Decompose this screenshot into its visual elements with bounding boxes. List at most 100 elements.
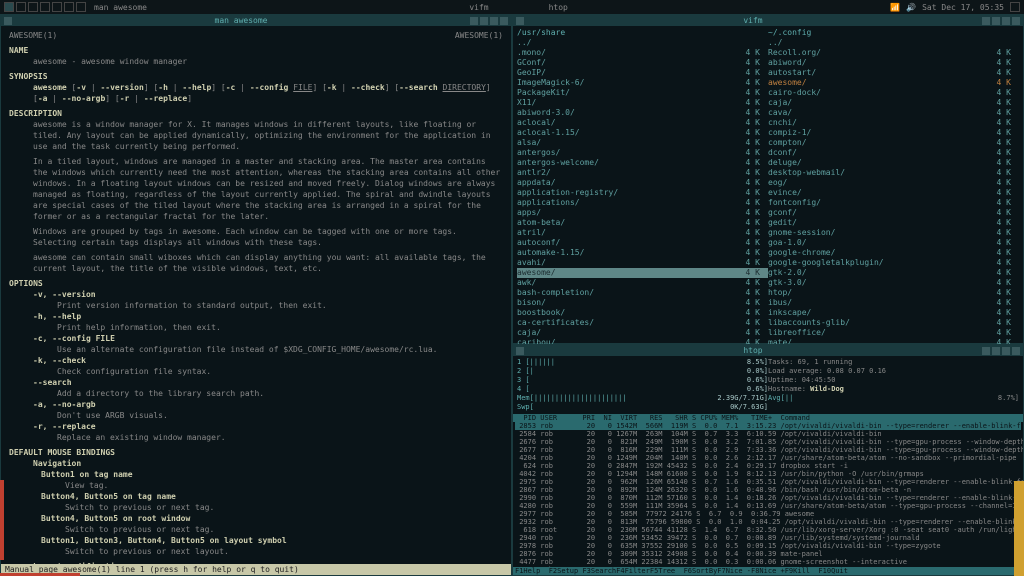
vifm-item[interactable]: gnome-session/4 K bbox=[768, 228, 1019, 238]
floating-icon[interactable] bbox=[982, 17, 990, 25]
htop-row[interactable]: 2677 rob 20 0 816M 229M 111M S 0.0 2.9 7… bbox=[515, 446, 1021, 454]
vifm-item[interactable]: ca-certificates/4 K bbox=[517, 318, 768, 328]
vifm-item[interactable]: cava/4 K bbox=[768, 108, 1019, 118]
vifm-item[interactable]: caja/4 K bbox=[768, 98, 1019, 108]
htop-row[interactable]: 4280 rob 20 0 559M 111M 35964 S 0.0 1.4 … bbox=[515, 502, 1021, 510]
maximize-icon[interactable] bbox=[992, 17, 1000, 25]
vifm-item[interactable]: deluge/4 K bbox=[768, 158, 1019, 168]
htop-row[interactable]: 2867 rob 20 0 892M 124M 26320 S 0.0 1.6 … bbox=[515, 486, 1021, 494]
vifm-item[interactable]: gtk-3.0/4 K bbox=[768, 278, 1019, 288]
vifm-item[interactable]: libaccounts-glib/4 K bbox=[768, 318, 1019, 328]
vifm-col-right[interactable]: ~/.config ../Recoll.org/4 Kabiword/4 Kau… bbox=[768, 28, 1019, 388]
floating-icon[interactable] bbox=[982, 347, 990, 355]
vifm-item[interactable]: inkscape/4 K bbox=[768, 308, 1019, 318]
htop-row[interactable]: 4042 rob 20 0 1294M 148M 61600 S 0.0 1.9… bbox=[515, 470, 1021, 478]
htop-row[interactable]: 624 rob 20 0 2847M 192M 45432 S 0.0 2.4 … bbox=[515, 462, 1021, 470]
close-icon[interactable] bbox=[1012, 347, 1020, 355]
vifm-item[interactable]: boostbook/4 K bbox=[517, 308, 768, 318]
vifm-item[interactable]: aclocal/4 K bbox=[517, 118, 768, 128]
htop-rows[interactable]: 2853 rob 20 0 1542M 566M 119M S 0.0 7.1 … bbox=[513, 422, 1023, 567]
vifm-item[interactable]: appdata/4 K bbox=[517, 178, 768, 188]
htop-row[interactable]: 2990 rob 20 0 870M 112M 57160 S 0.0 1.4 … bbox=[515, 494, 1021, 502]
floating-icon[interactable] bbox=[470, 17, 478, 25]
vifm-item[interactable]: antergos-welcome/4 K bbox=[517, 158, 768, 168]
vifm-item[interactable]: cnchi/4 K bbox=[768, 118, 1019, 128]
vifm-item[interactable]: .mono/4 K bbox=[517, 48, 768, 58]
vifm-item[interactable]: automake-1.15/4 K bbox=[517, 248, 768, 258]
vifm-item[interactable]: eog/4 K bbox=[768, 178, 1019, 188]
htop-row[interactable]: 2940 rob 20 0 236M 53452 39472 S 0.0 0.7… bbox=[515, 534, 1021, 542]
tag-1[interactable] bbox=[4, 2, 14, 12]
vifm-content[interactable]: /usr/share ../.mono/4 KGConf/4 KGeoIP/4 … bbox=[513, 26, 1023, 390]
vifm-item[interactable]: gtk-2.0/4 K bbox=[768, 268, 1019, 278]
vifm-item[interactable]: libreoffice/4 K bbox=[768, 328, 1019, 338]
vifm-item[interactable]: google-chrome/4 K bbox=[768, 248, 1019, 258]
vifm-item[interactable]: antlr2/4 K bbox=[517, 168, 768, 178]
vifm-item[interactable]: gconf/4 K bbox=[768, 208, 1019, 218]
vifm-item[interactable]: cairo-dock/4 K bbox=[768, 88, 1019, 98]
vifm-item[interactable]: GeoIP/4 K bbox=[517, 68, 768, 78]
wifi-icon[interactable]: 📶 bbox=[890, 3, 900, 12]
maximize-icon[interactable] bbox=[480, 17, 488, 25]
vifm-item[interactable]: compton/4 K bbox=[768, 138, 1019, 148]
vifm-item[interactable]: abiword-3.0/4 K bbox=[517, 108, 768, 118]
vifm-item[interactable]: X11/4 K bbox=[517, 98, 768, 108]
vifm-item[interactable]: ibus/4 K bbox=[768, 298, 1019, 308]
vifm-item[interactable]: abiword/4 K bbox=[768, 58, 1019, 68]
htop-row[interactable]: 2932 rob 20 0 813M 75796 59800 S 0.0 1.0… bbox=[515, 518, 1021, 526]
htop-row[interactable]: 2676 rob 20 0 821M 249M 190M S 0.0 3.2 7… bbox=[515, 438, 1021, 446]
vifm-item[interactable]: avahi/4 K bbox=[517, 258, 768, 268]
htop-row[interactable]: 2977 rob 20 0 585M 77972 24176 S 6.7 0.9… bbox=[515, 510, 1021, 518]
maximize-icon[interactable] bbox=[992, 347, 1000, 355]
vifm-item[interactable]: awk/4 K bbox=[517, 278, 768, 288]
tag-6[interactable] bbox=[64, 2, 74, 12]
vifm-item[interactable]: desktop-webmail/4 K bbox=[768, 168, 1019, 178]
vifm-item[interactable]: awesome/4 K bbox=[517, 268, 768, 278]
taskbar-app-htop[interactable]: htop bbox=[549, 3, 568, 12]
vifm-item[interactable]: htop/4 K bbox=[768, 288, 1019, 298]
vifm-item[interactable]: application-registry/4 K bbox=[517, 188, 768, 198]
vifm-item[interactable]: alsa/4 K bbox=[517, 138, 768, 148]
vifm-item[interactable]: ../ bbox=[517, 38, 768, 48]
vifm-item[interactable]: fontconfig/4 K bbox=[768, 198, 1019, 208]
vifm-item[interactable]: PackageKit/4 K bbox=[517, 88, 768, 98]
vifm-item[interactable]: compiz-1/4 K bbox=[768, 128, 1019, 138]
vifm-item[interactable]: dconf/4 K bbox=[768, 148, 1019, 158]
vifm-item[interactable]: GConf/4 K bbox=[517, 58, 768, 68]
vifm-item[interactable]: atril/4 K bbox=[517, 228, 768, 238]
vifm-item[interactable]: gedit/4 K bbox=[768, 218, 1019, 228]
vifm-item[interactable]: autostart/4 K bbox=[768, 68, 1019, 78]
taskbar-app-vifm[interactable]: vifm bbox=[469, 3, 488, 12]
volume-icon[interactable]: 🔊 bbox=[906, 3, 916, 12]
vifm-item[interactable]: caja/4 K bbox=[517, 328, 768, 338]
vifm-item[interactable]: evince/4 K bbox=[768, 188, 1019, 198]
vifm-item[interactable]: ImageMagick-6/4 K bbox=[517, 78, 768, 88]
tag-5[interactable] bbox=[52, 2, 62, 12]
sticky-icon[interactable] bbox=[1002, 17, 1010, 25]
htop-row[interactable]: 2876 rob 20 0 309M 35312 24908 S 0.0 0.4… bbox=[515, 550, 1021, 558]
sticky-icon[interactable] bbox=[1002, 347, 1010, 355]
htop-footer[interactable]: F1Help F2Setup F3SearchF4FilterF5Tree F6… bbox=[513, 567, 1023, 575]
tag-7[interactable] bbox=[76, 2, 86, 12]
htop-header[interactable]: PID USER PRI NI VIRT RES SHR S CPU% MEM%… bbox=[513, 414, 1023, 422]
vifm-item[interactable]: bash-completion/4 K bbox=[517, 288, 768, 298]
man-content[interactable]: AWESOME(1)AWESOME(1) NAME awesome - awes… bbox=[1, 26, 511, 564]
vifm-col-left[interactable]: /usr/share ../.mono/4 KGConf/4 KGeoIP/4 … bbox=[517, 28, 768, 388]
vifm-item[interactable]: bison/4 K bbox=[517, 298, 768, 308]
vifm-item[interactable]: atom-beta/4 K bbox=[517, 218, 768, 228]
vifm-item[interactable]: aclocal-1.15/4 K bbox=[517, 128, 768, 138]
close-icon[interactable] bbox=[1012, 17, 1020, 25]
htop-row[interactable]: 4204 rob 20 0 1249M 204M 140M S 0.0 2.6 … bbox=[515, 454, 1021, 462]
vifm-item[interactable]: Recoll.org/4 K bbox=[768, 48, 1019, 58]
vifm-item[interactable]: autoconf/4 K bbox=[517, 238, 768, 248]
close-icon[interactable] bbox=[500, 17, 508, 25]
vifm-item[interactable]: apps/4 K bbox=[517, 208, 768, 218]
vifm-item[interactable]: ../ bbox=[768, 38, 1019, 48]
htop-row[interactable]: 4477 rob 20 0 654M 22384 14312 S 0.0 0.3… bbox=[515, 558, 1021, 566]
layout-icon[interactable] bbox=[1010, 2, 1020, 12]
tag-3[interactable] bbox=[28, 2, 38, 12]
vifm-item[interactable]: antergos/4 K bbox=[517, 148, 768, 158]
sticky-icon[interactable] bbox=[490, 17, 498, 25]
htop-row[interactable]: 2584 rob 20 0 1267M 263M 104M S 0.7 3.3 … bbox=[515, 430, 1021, 438]
vifm-item[interactable]: awesome/4 K bbox=[768, 78, 1019, 88]
